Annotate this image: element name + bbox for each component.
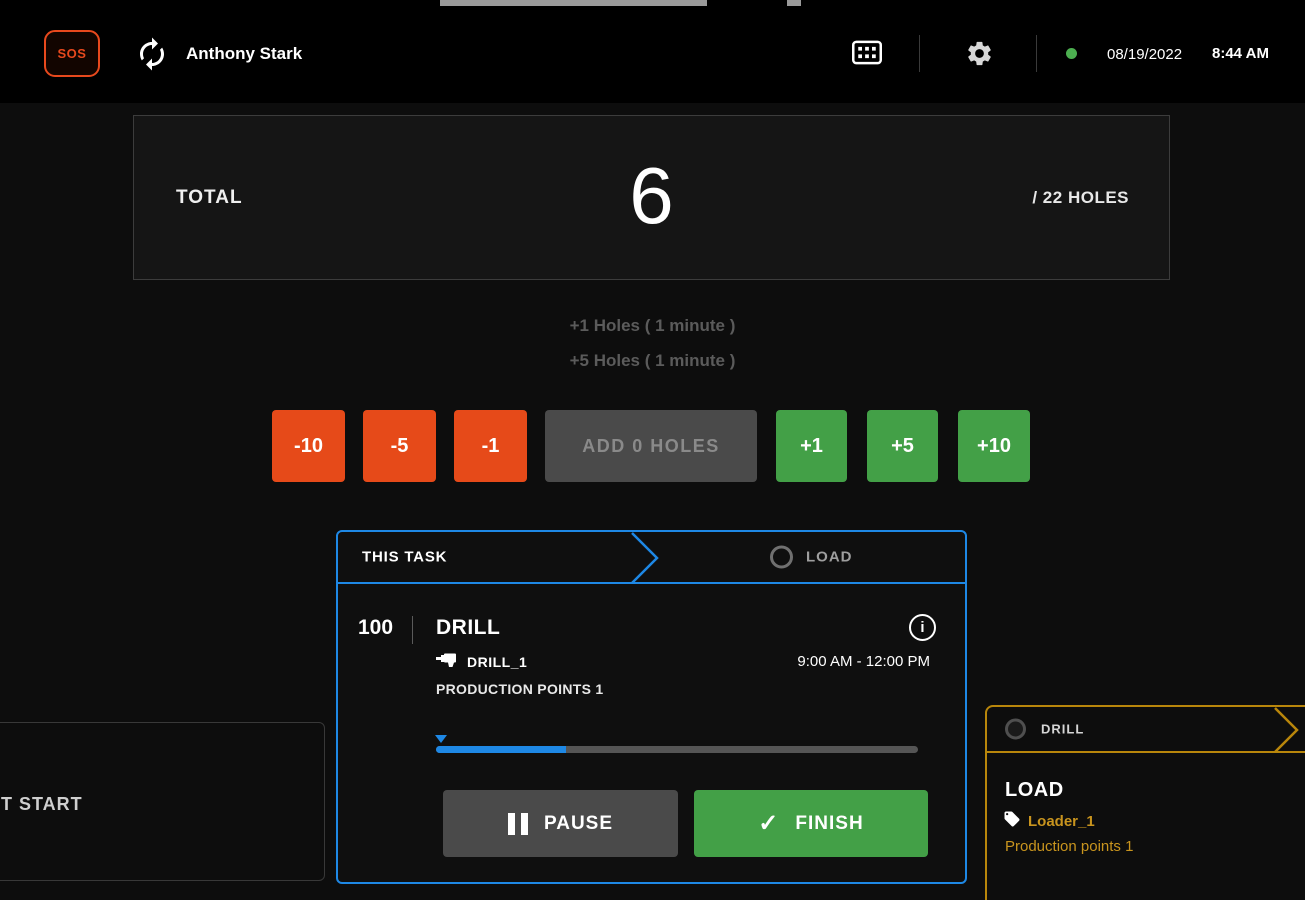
- next-card-machine-row: Loader_1: [1003, 810, 1095, 833]
- topbar-divider: [1036, 35, 1037, 72]
- next-task-card-header: DRILL: [987, 707, 1305, 753]
- current-task-header: THIS TASK LOAD: [338, 532, 965, 584]
- status-bar-artifact: [787, 0, 801, 6]
- task-number: 100: [358, 616, 394, 639]
- add-holes-button[interactable]: ADD 0 HOLES: [545, 410, 757, 482]
- total-holes-value: 6: [629, 150, 674, 240]
- task-divider: [412, 616, 413, 644]
- next-task-tab[interactable]: LOAD: [770, 545, 853, 569]
- next-card-production-points: Production points 1: [1005, 838, 1134, 855]
- minus-5-holes-button[interactable]: -5: [363, 410, 436, 482]
- loader-tag-icon: [1003, 810, 1021, 833]
- minus-1-label: -1: [481, 434, 500, 457]
- plus-10-label: +10: [977, 434, 1011, 457]
- minus-10-holes-button[interactable]: -10: [272, 410, 345, 482]
- hole-counter-panel: TOTAL 6 / 22 HOLES: [133, 115, 1170, 280]
- previous-task-card[interactable]: T START: [0, 722, 325, 881]
- plus-1-holes-button[interactable]: +1: [776, 410, 847, 482]
- pause-label: PAUSE: [543, 812, 614, 834]
- sos-button[interactable]: SOS: [44, 30, 100, 77]
- finish-button[interactable]: ✓ FINISH: [694, 790, 928, 857]
- topbar-divider: [919, 35, 920, 72]
- pause-button[interactable]: PAUSE: [443, 790, 678, 857]
- pending-adjustment-line: +1 Holes ( 1 minute ): [569, 316, 736, 335]
- gear-icon[interactable]: [965, 39, 994, 73]
- plus-5-holes-button[interactable]: +5: [867, 410, 938, 482]
- this-task-label: THIS TASK: [362, 548, 448, 566]
- next-task-card[interactable]: DRILL LOAD Loader_1 Production points 1: [985, 705, 1305, 900]
- operator-tablet-screen: SOS Anthony Stark 08/19/2022 8:44 AM TOT…: [0, 0, 1305, 900]
- sync-refresh-icon[interactable]: [134, 36, 170, 72]
- machine-row: DRILL_1: [436, 651, 527, 672]
- next-card-header-label: DRILL: [1041, 721, 1085, 737]
- next-card-machine-name: Loader_1: [1028, 813, 1095, 830]
- task-status-ring-icon: [770, 545, 793, 569]
- task-time-range: 9:00 AM - 12:00 PM: [797, 653, 930, 670]
- chevron-right-icon: [1273, 707, 1301, 758]
- keypad-icon[interactable]: [852, 40, 882, 70]
- holes-capacity-label: / 22 HOLES: [1032, 187, 1129, 207]
- progress-marker-icon: [435, 735, 447, 743]
- next-task-label: LOAD: [806, 548, 853, 566]
- status-bar-artifact: [440, 0, 707, 6]
- production-points: PRODUCTION POINTS 1: [436, 681, 604, 697]
- next-card-task-name: LOAD: [1005, 779, 1064, 801]
- drill-icon: [436, 651, 458, 672]
- info-glyph: i: [920, 619, 925, 636]
- check-icon: ✓: [758, 809, 780, 837]
- add-holes-label: ADD 0 HOLES: [582, 435, 720, 456]
- task-name: DRILL: [436, 616, 501, 639]
- minus-1-holes-button[interactable]: -1: [454, 410, 527, 482]
- minus-10-label: -10: [294, 434, 323, 457]
- online-status-dot: [1066, 48, 1077, 59]
- info-icon[interactable]: i: [909, 614, 936, 641]
- minus-5-label: -5: [390, 434, 409, 457]
- plus-10-holes-button[interactable]: +10: [958, 410, 1030, 482]
- machine-name: DRILL_1: [467, 653, 528, 670]
- plus-5-label: +5: [891, 434, 914, 457]
- progress-fill: [436, 746, 567, 753]
- operator-name: Anthony Stark: [186, 44, 303, 63]
- plus-1-label: +1: [800, 434, 823, 457]
- pending-adjustment-line: +5 Holes ( 1 minute ): [569, 351, 736, 370]
- sos-label: SOS: [57, 46, 87, 61]
- previous-task-label: T START: [1, 794, 83, 814]
- task-progress-bar: [436, 746, 918, 753]
- pause-icon: [507, 812, 528, 835]
- topbar-date: 08/19/2022: [1107, 46, 1183, 63]
- topbar: SOS Anthony Stark 08/19/2022 8:44 AM: [0, 0, 1305, 103]
- current-task-card: THIS TASK LOAD 100 DRILL i DRILL_1 9:00 …: [336, 530, 967, 884]
- task-status-ring-icon: [1005, 718, 1026, 740]
- topbar-time: 8:44 AM: [1212, 45, 1269, 62]
- finish-label: FINISH: [795, 812, 864, 834]
- chevron-right-icon: [630, 532, 660, 589]
